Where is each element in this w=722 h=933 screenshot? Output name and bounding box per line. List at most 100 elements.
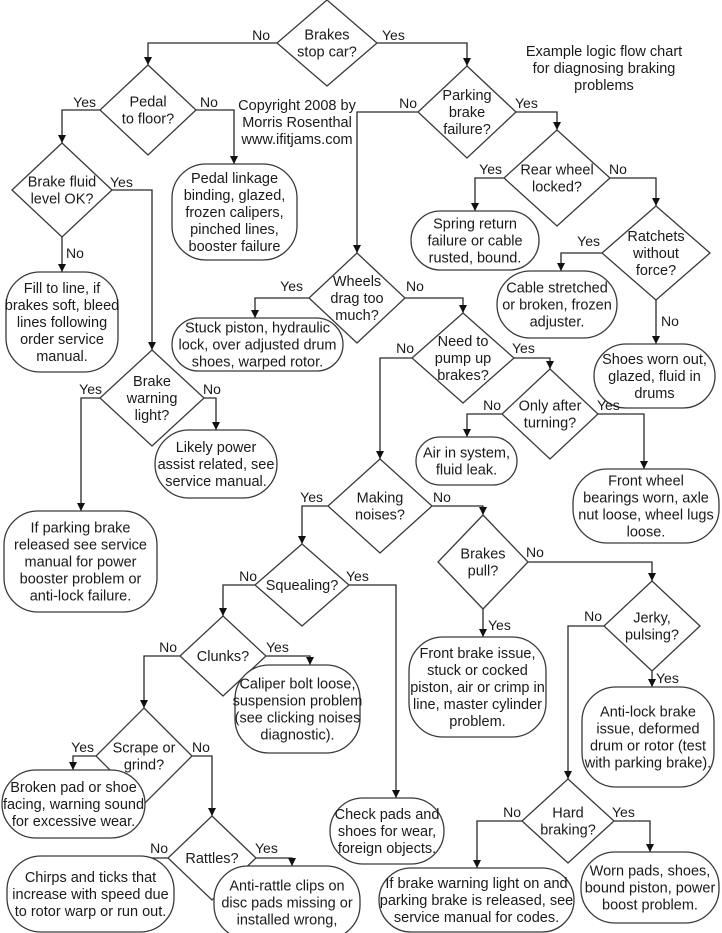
connector-line	[377, 42, 468, 66]
brake-flowchart: Brakes stop car? Pedal to floor? Brake fluid…	[1, 0, 720, 933]
connector-line	[256, 857, 293, 866]
branch-label-no: No	[526, 544, 544, 560]
node-text-spring: Spring return failure or cable rusted, bou…	[427, 217, 522, 267]
branch-label-yes: Yes	[597, 397, 620, 413]
branch-label-no: No	[483, 397, 501, 413]
arrow-head	[298, 536, 306, 544]
branch-label-yes: Yes	[577, 233, 600, 249]
node-text-antilock: Anti-lock brake issue, deformed drum or ro…	[584, 705, 712, 772]
node-text-linkage: Pedal linkage binding, glazed, frozen cali…	[184, 171, 286, 255]
connector-line	[254, 297, 309, 318]
arrow-head	[473, 860, 481, 868]
node-text-after_turning: Only after turning?	[519, 399, 582, 432]
arrow-head	[557, 263, 565, 271]
branch-label-no: No	[584, 608, 602, 624]
node-text-noises: Making noises?	[355, 491, 405, 524]
node-text-worn_pads: Worn pads, shoes, bound piston, power boos…	[585, 864, 716, 914]
node-text-wheels_drag: Wheels drag too much?	[330, 274, 383, 324]
connector-line	[356, 111, 418, 253]
branch-label-no: No	[252, 27, 270, 43]
node-text-pedal_floor: Pedal to floor?	[122, 95, 174, 128]
connector-line	[474, 177, 504, 211]
connector-line	[598, 413, 645, 469]
arrow-head	[306, 657, 314, 665]
branch-label-yes: Yes	[255, 840, 278, 856]
branch-label-yes: Yes	[79, 381, 102, 397]
node-text-stuck_piston: Stuck piston, hydraulic lock, over adjust…	[179, 321, 337, 371]
branch-label-no: No	[150, 840, 168, 856]
node-text-fluid_ok: Brake fluid level OK?	[28, 175, 97, 208]
branch-label-no: No	[159, 639, 177, 655]
branch-label-no: No	[399, 95, 417, 111]
arrow-head	[219, 608, 227, 616]
arrow-head	[77, 503, 85, 511]
branch-label-no: No	[406, 278, 424, 294]
node-text-air: Air in system, fluid leak.	[423, 446, 510, 479]
branch-label-yes: Yes	[110, 174, 133, 190]
arrow-head	[646, 844, 654, 852]
node-text-squealing: Squealing?	[266, 578, 339, 594]
arrow-head	[288, 858, 296, 866]
node-text-parking_failure: Parking brake failure?	[442, 88, 491, 138]
connector-line	[560, 252, 602, 271]
arrow-head	[463, 429, 471, 437]
arrow-head	[479, 507, 487, 515]
connector-line	[476, 820, 522, 868]
connector-line	[405, 297, 464, 313]
chart-title: Example logic flow chart for diagnosing b…	[526, 44, 682, 94]
arrow-head	[463, 58, 471, 66]
arrow-head	[471, 203, 479, 211]
arrow-head	[652, 198, 660, 206]
branch-label-yes: Yes	[382, 27, 405, 43]
connector-line	[196, 109, 235, 164]
branch-label-no: No	[661, 313, 679, 329]
arrow-head	[251, 310, 259, 318]
node-text-ratchets: Ratchets without force?	[627, 229, 684, 279]
branch-label-yes: Yes	[71, 739, 94, 755]
branch-label-no: No	[192, 739, 210, 755]
branch-label-no: No	[239, 568, 257, 584]
arrow-head	[640, 461, 648, 469]
node-text-clunks: Clunks?	[197, 649, 249, 665]
connector-line	[610, 177, 657, 206]
node-text-warning_on: If brake warning light on and parking bra…	[380, 876, 573, 926]
connector-line	[80, 397, 100, 511]
node-text-pump_up: Need to pump up brakes?	[435, 334, 491, 384]
arrow-head	[392, 790, 400, 798]
arrow-head	[553, 122, 561, 130]
arrow-head	[353, 245, 361, 253]
branch-label-yes: Yes	[512, 340, 535, 356]
arrow-head	[648, 573, 656, 581]
connector-line	[516, 111, 558, 130]
arrow-head	[230, 156, 238, 164]
arrow-head	[376, 451, 384, 459]
connector-line	[379, 357, 412, 459]
arrow-head	[546, 361, 554, 369]
node-text-check_pads: Check pads and shoes for wear, foreign obj…	[335, 807, 440, 857]
branch-label-yes: Yes	[346, 568, 369, 584]
connector-line	[528, 561, 653, 581]
arrow-head	[58, 264, 66, 272]
copyright-notice: Copyright 2008 by Morris Rosenthal www.ifi…	[238, 98, 356, 148]
arrow-head	[212, 422, 220, 430]
branch-label-yes: Yes	[488, 617, 511, 633]
connector-line	[266, 655, 311, 665]
arrow-head	[144, 57, 152, 65]
connector-line	[61, 109, 100, 143]
branch-label-yes: Yes	[280, 278, 303, 294]
branch-label-no: No	[503, 804, 521, 820]
connector-line	[514, 357, 551, 369]
node-text-anti_rattle: Anti-rattle clips on disc pads missing or…	[221, 879, 353, 929]
connector-line	[222, 584, 255, 616]
connector-line	[301, 505, 328, 544]
branch-label-yes: Yes	[300, 489, 323, 505]
node-text-broken_pad: Broken pad or shoe facing, warning sound f…	[3, 780, 144, 830]
branch-label-no: No	[433, 489, 451, 505]
connector-line	[432, 505, 484, 515]
arrow-head	[148, 342, 156, 350]
connector-line	[614, 820, 651, 852]
connector-line	[192, 755, 213, 816]
branch-label-no: No	[609, 161, 627, 177]
arrow-head	[652, 336, 660, 344]
node-text-rattles: Rattles?	[185, 851, 238, 867]
